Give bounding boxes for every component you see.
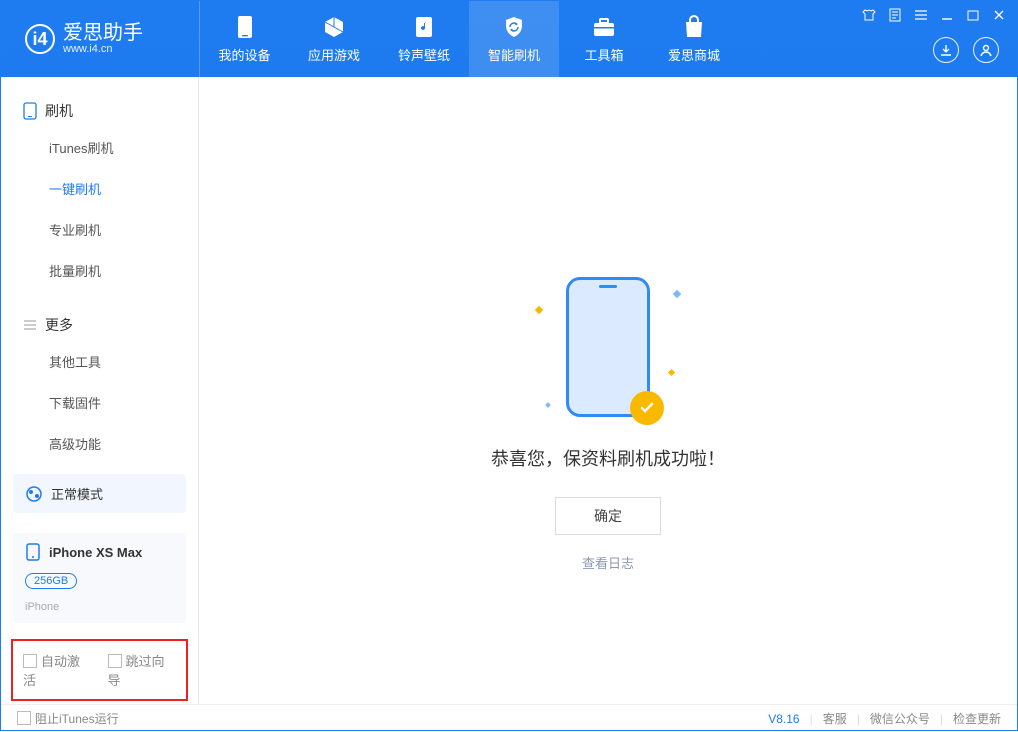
wechat-link[interactable]: 微信公众号 bbox=[870, 710, 930, 727]
bag-icon bbox=[682, 15, 706, 39]
skip-guide-checkbox[interactable]: 跳过向导 bbox=[108, 651, 177, 689]
check-update-link[interactable]: 检查更新 bbox=[953, 710, 1001, 727]
success-message: 恭喜您，保资料刷机成功啦！ bbox=[491, 445, 725, 471]
footer: 阻止iTunes运行 V8.16 | 客服 | 微信公众号 | 检查更新 bbox=[1, 704, 1017, 732]
note-icon[interactable] bbox=[887, 7, 903, 23]
sidebar-item-itunes-flash[interactable]: iTunes刷机 bbox=[1, 127, 198, 168]
app-domain: www.i4.cn bbox=[63, 43, 143, 55]
sidebar-section-flash: 刷机 bbox=[1, 95, 198, 127]
title-bar-controls bbox=[861, 7, 1007, 23]
phone-icon bbox=[23, 102, 37, 120]
menu-icon[interactable] bbox=[913, 7, 929, 23]
mode-card[interactable]: 正常模式 bbox=[13, 474, 186, 513]
nav-ringtones[interactable]: 铃声壁纸 bbox=[379, 1, 469, 77]
top-nav: 我的设备 应用游戏 铃声壁纸 智能刷机 工具箱 爱思商城 bbox=[199, 1, 739, 77]
tshirt-icon[interactable] bbox=[861, 7, 877, 23]
sidebar-item-download-firmware[interactable]: 下载固件 bbox=[1, 382, 198, 423]
sidebar-item-advanced[interactable]: 高级功能 bbox=[1, 423, 198, 464]
view-log-link[interactable]: 查看日志 bbox=[582, 553, 634, 572]
sidebar-item-oneclick-flash[interactable]: 一键刷机 bbox=[1, 168, 198, 209]
logo: i4 爱思助手 www.i4.cn bbox=[1, 23, 199, 55]
nav-mydevice[interactable]: 我的设备 bbox=[199, 1, 289, 77]
toolbox-icon bbox=[592, 15, 616, 39]
success-panel: 恭喜您，保资料刷机成功啦！ 确定 查看日志 bbox=[199, 277, 1017, 572]
success-illustration bbox=[566, 277, 650, 417]
mode-icon bbox=[25, 485, 43, 503]
device-storage: 256GB bbox=[25, 573, 77, 589]
options-highlight: 自动激活 跳过向导 bbox=[11, 639, 188, 701]
refresh-shield-icon bbox=[502, 15, 526, 39]
app-header: i4 爱思助手 www.i4.cn 我的设备 应用游戏 铃声壁纸 智能刷机 工具… bbox=[1, 1, 1017, 77]
nav-flash[interactable]: 智能刷机 bbox=[469, 1, 559, 77]
check-badge-icon bbox=[630, 391, 664, 425]
device-phone-icon bbox=[25, 543, 41, 561]
list-icon bbox=[23, 319, 37, 331]
version-label: V8.16 bbox=[768, 712, 799, 726]
minimize-icon[interactable] bbox=[939, 7, 955, 23]
sidebar-section-more: 更多 bbox=[1, 309, 198, 341]
sidebar: 刷机 iTunes刷机 一键刷机 专业刷机 批量刷机 更多 其他工具 下载固件 … bbox=[1, 77, 199, 704]
sidebar-item-batch-flash[interactable]: 批量刷机 bbox=[1, 250, 198, 291]
device-type: iPhone bbox=[25, 601, 59, 613]
main-content: 恭喜您，保资料刷机成功啦！ 确定 查看日志 bbox=[199, 77, 1017, 704]
device-icon bbox=[233, 15, 257, 39]
app-name: 爱思助手 bbox=[63, 23, 143, 43]
logo-icon: i4 bbox=[25, 24, 55, 54]
cube-icon bbox=[322, 15, 346, 39]
header-right-buttons bbox=[933, 37, 999, 63]
close-icon[interactable] bbox=[991, 7, 1007, 23]
nav-apps[interactable]: 应用游戏 bbox=[289, 1, 379, 77]
music-file-icon bbox=[412, 15, 436, 39]
download-button[interactable] bbox=[933, 37, 959, 63]
device-name: iPhone XS Max bbox=[49, 545, 142, 560]
sidebar-item-pro-flash[interactable]: 专业刷机 bbox=[1, 209, 198, 250]
nav-toolbox[interactable]: 工具箱 bbox=[559, 1, 649, 77]
maximize-icon[interactable] bbox=[965, 7, 981, 23]
ok-button[interactable]: 确定 bbox=[555, 497, 661, 535]
account-button[interactable] bbox=[973, 37, 999, 63]
nav-store[interactable]: 爱思商城 bbox=[649, 1, 739, 77]
device-card[interactable]: iPhone XS Max 256GB iPhone bbox=[13, 533, 186, 623]
sidebar-item-other-tools[interactable]: 其他工具 bbox=[1, 341, 198, 382]
block-itunes-checkbox[interactable]: 阻止iTunes运行 bbox=[17, 710, 119, 727]
support-link[interactable]: 客服 bbox=[823, 710, 847, 727]
auto-activate-checkbox[interactable]: 自动激活 bbox=[23, 651, 92, 689]
